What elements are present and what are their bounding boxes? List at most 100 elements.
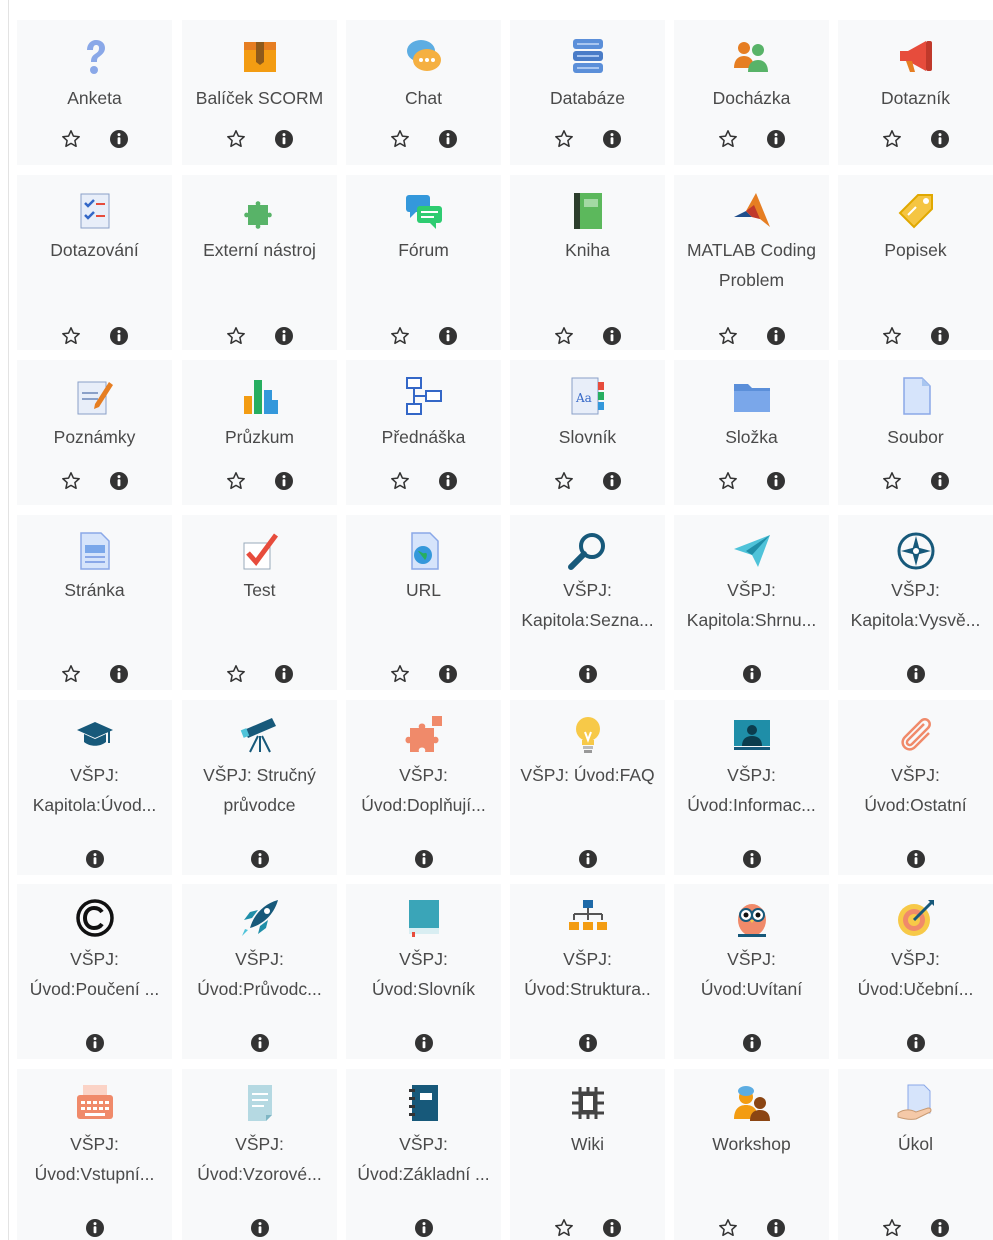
star-icon[interactable] (553, 1217, 575, 1239)
info-icon[interactable] (577, 663, 599, 685)
star-icon[interactable] (881, 128, 903, 150)
star-icon[interactable] (553, 470, 575, 492)
star-icon[interactable] (225, 663, 247, 685)
star-icon[interactable] (225, 325, 247, 347)
activity-tile[interactable]: Poznámky (17, 360, 172, 505)
info-icon[interactable] (84, 848, 106, 870)
activity-tile[interactable]: Workshop (674, 1069, 829, 1240)
activity-tile[interactable]: Chat (346, 20, 501, 165)
activity-tile[interactable]: VŠPJ: Úvod:Průvodc... (182, 884, 337, 1059)
activity-tile[interactable]: VŠPJ: Úvod:FAQ (510, 700, 665, 875)
activity-tile[interactable]: VŠPJ: Úvod:Doplňují... (346, 700, 501, 875)
star-icon[interactable] (389, 128, 411, 150)
star-icon[interactable] (225, 128, 247, 150)
info-icon[interactable] (84, 1217, 106, 1239)
info-icon[interactable] (765, 325, 787, 347)
star-icon[interactable] (881, 325, 903, 347)
star-icon[interactable] (60, 470, 82, 492)
info-icon[interactable] (577, 1032, 599, 1054)
info-icon[interactable] (601, 325, 623, 347)
star-icon[interactable] (881, 1217, 903, 1239)
activity-tile[interactable]: Dotazník (838, 20, 993, 165)
activity-tile[interactable]: VŠPJ: Úvod:Vzorové... (182, 1069, 337, 1240)
activity-tile[interactable]: Aa Slovník (510, 360, 665, 505)
star-icon[interactable] (389, 325, 411, 347)
info-icon[interactable] (905, 848, 927, 870)
info-icon[interactable] (249, 848, 271, 870)
activity-tile[interactable]: MATLAB Coding Problem (674, 175, 829, 350)
activity-tile[interactable]: VŠPJ: Úvod:Struktura.. (510, 884, 665, 1059)
info-icon[interactable] (929, 470, 951, 492)
activity-tile[interactable]: URL (346, 515, 501, 690)
info-icon[interactable] (437, 128, 459, 150)
info-icon[interactable] (929, 325, 951, 347)
info-icon[interactable] (601, 128, 623, 150)
star-icon[interactable] (717, 128, 739, 150)
activity-tile[interactable]: Kniha (510, 175, 665, 350)
activity-tile[interactable]: VŠPJ: Úvod:Informac... (674, 700, 829, 875)
activity-tile[interactable]: Wiki (510, 1069, 665, 1240)
info-icon[interactable] (249, 1032, 271, 1054)
star-icon[interactable] (60, 325, 82, 347)
star-icon[interactable] (389, 663, 411, 685)
star-icon[interactable] (389, 470, 411, 492)
activity-tile[interactable]: Test (182, 515, 337, 690)
info-icon[interactable] (765, 128, 787, 150)
activity-tile[interactable]: VŠPJ: Kapitola:Shrnu... (674, 515, 829, 690)
info-icon[interactable] (437, 325, 459, 347)
activity-tile[interactable]: VŠPJ: Úvod:Základní ... (346, 1069, 501, 1240)
star-icon[interactable] (60, 128, 82, 150)
info-icon[interactable] (601, 470, 623, 492)
info-icon[interactable] (741, 1032, 763, 1054)
star-icon[interactable] (553, 325, 575, 347)
activity-tile[interactable]: VŠPJ: Kapitola:Vysvě... (838, 515, 993, 690)
info-icon[interactable] (741, 848, 763, 870)
info-icon[interactable] (108, 663, 130, 685)
info-icon[interactable] (108, 128, 130, 150)
activity-tile[interactable]: Dotazování (17, 175, 172, 350)
star-icon[interactable] (225, 470, 247, 492)
activity-tile[interactable]: VŠPJ: Úvod:Vstupní... (17, 1069, 172, 1240)
info-icon[interactable] (765, 1217, 787, 1239)
activity-tile[interactable]: Fórum (346, 175, 501, 350)
info-icon[interactable] (249, 1217, 271, 1239)
info-icon[interactable] (273, 128, 295, 150)
info-icon[interactable] (929, 128, 951, 150)
info-icon[interactable] (413, 848, 435, 870)
activity-tile[interactable]: Průzkum (182, 360, 337, 505)
info-icon[interactable] (601, 1217, 623, 1239)
info-icon[interactable] (273, 470, 295, 492)
info-icon[interactable] (437, 663, 459, 685)
info-icon[interactable] (929, 1217, 951, 1239)
activity-tile[interactable]: Docházka (674, 20, 829, 165)
info-icon[interactable] (905, 1032, 927, 1054)
activity-tile[interactable]: VŠPJ: Úvod:Ostatní (838, 700, 993, 875)
activity-tile[interactable]: Stránka (17, 515, 172, 690)
activity-tile[interactable]: VŠPJ: Úvod:Učební... (838, 884, 993, 1059)
activity-tile[interactable]: Anketa (17, 20, 172, 165)
activity-tile[interactable]: VŠPJ: Úvod:Poučení ... (17, 884, 172, 1059)
activity-tile[interactable]: VŠPJ: Kapitola:Úvod... (17, 700, 172, 875)
star-icon[interactable] (553, 128, 575, 150)
star-icon[interactable] (717, 325, 739, 347)
info-icon[interactable] (273, 663, 295, 685)
info-icon[interactable] (413, 1217, 435, 1239)
activity-tile[interactable]: Databáze (510, 20, 665, 165)
activity-tile[interactable]: Balíček SCORM (182, 20, 337, 165)
activity-tile[interactable]: Popisek (838, 175, 993, 350)
activity-tile[interactable]: VŠPJ: Úvod:Uvítaní (674, 884, 829, 1059)
activity-tile[interactable]: Externí nástroj (182, 175, 337, 350)
activity-tile[interactable]: VŠPJ: Kapitola:Sezna... (510, 515, 665, 690)
info-icon[interactable] (741, 663, 763, 685)
info-icon[interactable] (273, 325, 295, 347)
info-icon[interactable] (108, 470, 130, 492)
star-icon[interactable] (717, 470, 739, 492)
star-icon[interactable] (60, 663, 82, 685)
activity-tile[interactable]: VŠPJ: Stručný průvodce (182, 700, 337, 875)
info-icon[interactable] (437, 470, 459, 492)
activity-tile[interactable]: Přednáška (346, 360, 501, 505)
activity-tile[interactable]: Úkol (838, 1069, 993, 1240)
info-icon[interactable] (413, 1032, 435, 1054)
info-icon[interactable] (84, 1032, 106, 1054)
star-icon[interactable] (717, 1217, 739, 1239)
